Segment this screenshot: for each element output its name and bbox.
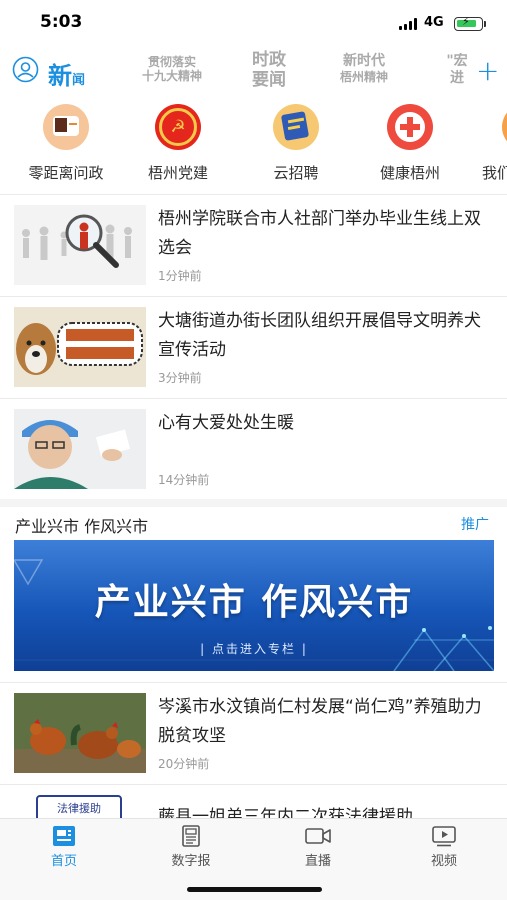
news-item[interactable]: 梧州学院联合市人社部门举办毕业生线上双选会 1分钟前 xyxy=(0,195,507,295)
job-fair-image xyxy=(14,205,146,285)
news-time: 1分钟前 xyxy=(158,269,202,283)
user-icon[interactable] xyxy=(12,56,39,83)
shortcut-dangjian[interactable]: ☭ 梧州党建 xyxy=(122,100,234,183)
video-camera-icon xyxy=(305,828,331,844)
shortcut-jiankang[interactable]: 健康梧州 xyxy=(354,100,466,183)
news-time: 3分钟前 xyxy=(158,371,202,385)
shortcut-row: 零距离问政 ☭ 梧州党建 云招聘 健康梧州 我们 xyxy=(0,100,507,186)
tab-label: 直播 xyxy=(304,854,331,869)
news-title: 藤县一姐弟三年内二次获法律援助 xyxy=(158,807,413,818)
channel-tab-line2: 梧州精神 xyxy=(340,69,389,84)
channel-tab-4[interactable]: "宏 进 xyxy=(446,53,468,87)
recruit-icon xyxy=(273,104,319,150)
shortcut-partial[interactable]: 我们 xyxy=(468,100,507,183)
news-item[interactable]: 心有大爱处处生暖 14分钟前 xyxy=(0,399,507,499)
home-indicator xyxy=(187,887,322,892)
network-type: 4G xyxy=(424,15,444,30)
channel-tab-line2: 十九大精神 xyxy=(142,69,203,84)
news-item[interactable]: 大塘街道办街长团队组织开展倡导文明养犬宣传活动 3分钟前 xyxy=(0,297,507,397)
tab-home[interactable]: 首页 xyxy=(19,825,109,869)
channel-bar: 新闻 贯彻落实 十九大精神 时政 要闻 新时代 梧州精神 "宏 进 + xyxy=(0,48,507,92)
tab-newspaper[interactable]: 数字报 xyxy=(146,825,236,869)
channel-tab-line1: 新时代 xyxy=(343,53,385,69)
legal-aid-badge: 法律援助 xyxy=(57,802,101,815)
party-emblem-icon: ☭ xyxy=(155,104,201,150)
tab-live[interactable]: 直播 xyxy=(273,825,363,869)
news-time: 14分钟前 xyxy=(158,473,210,487)
news-time: 20分钟前 xyxy=(158,757,210,771)
shortcut-label: 云招聘 xyxy=(273,164,319,182)
promo-label: 推广 xyxy=(461,517,489,533)
shortcut-label: 梧州党建 xyxy=(147,164,208,182)
battery-cap xyxy=(484,21,486,27)
channel-tab-line2: 进 xyxy=(450,69,464,86)
medical-cross-icon xyxy=(387,104,433,150)
status-time: 5:03 xyxy=(40,12,83,32)
banner-subtitle: | 点击进入专栏 | xyxy=(200,642,308,656)
channel-tab-line1: 时政 xyxy=(252,50,286,70)
section-gap xyxy=(0,499,507,507)
legal-aid-image: 法律援助 xyxy=(36,795,122,818)
channel-tab-line2: 要闻 xyxy=(252,70,286,91)
add-channel-button[interactable]: + xyxy=(476,54,499,87)
news-title: 梧州学院联合市人社部门举办毕业生线上双选会 xyxy=(158,209,481,258)
news-item[interactable]: 岑溪市水汶镇尚仁村发展“尚仁鸡”养殖助力脱贫攻坚 20分钟前 xyxy=(0,683,507,783)
channel-tab-line1: "宏 xyxy=(446,53,468,69)
home-icon xyxy=(53,826,75,846)
news-title: 心有大爱处处生暖 xyxy=(158,413,294,433)
doctor-image xyxy=(14,409,146,489)
partial-icon xyxy=(502,104,507,150)
tab-label: 数字报 xyxy=(171,854,211,869)
banner-title: 产业兴市 作风兴市 xyxy=(94,582,414,623)
signal-icon xyxy=(399,18,419,30)
tab-video[interactable]: 视频 xyxy=(399,825,489,869)
dog-campaign-image xyxy=(14,307,146,387)
play-screen-icon xyxy=(432,826,456,847)
channel-tab-2[interactable]: 时政 要闻 xyxy=(252,50,286,91)
channel-tab-line1: 贯彻落实 xyxy=(148,55,197,69)
shortcut-zhaopin[interactable]: 云招聘 xyxy=(240,100,352,183)
shortcut-label: 健康梧州 xyxy=(379,164,440,182)
tab-label: 首页 xyxy=(50,854,77,869)
section-header: 产业兴市 作风兴市 推广 xyxy=(0,510,507,538)
section-title: 产业兴市 作风兴市 xyxy=(15,517,149,536)
news-title: 岑溪市水汶镇尚仁村发展“尚仁鸡”养殖助力脱贫攻坚 xyxy=(158,697,482,746)
status-bar: 5:03 4G ⚡ xyxy=(0,0,507,44)
shortcut-wenzheng[interactable]: 零距离问政 xyxy=(10,100,122,183)
section-banner[interactable]: 产业兴市 作风兴市 | 点击进入专栏 | xyxy=(14,540,494,671)
chat-icon xyxy=(43,104,89,150)
chicken-image xyxy=(14,693,146,773)
channel-active-small: 闻 xyxy=(72,73,86,88)
channel-active-big: 新 xyxy=(48,62,72,90)
news-title: 大塘街道办街长团队组织开展倡导文明养犬宣传活动 xyxy=(158,311,481,360)
channel-tab-1[interactable]: 贯彻落实 十九大精神 xyxy=(142,55,202,84)
shortcut-label: 我们 xyxy=(482,164,507,182)
channel-tab-3[interactable]: 新时代 梧州精神 xyxy=(340,53,388,84)
channel-tab-news[interactable]: 新闻 xyxy=(48,56,85,91)
news-item[interactable]: 法律援助 藤县一姐弟三年内二次获法律援助 xyxy=(0,785,507,818)
tab-label: 视频 xyxy=(430,854,457,869)
shortcut-label: 零距离问政 xyxy=(28,164,104,182)
battery-icon: ⚡ xyxy=(454,15,483,31)
newspaper-icon xyxy=(182,825,200,847)
